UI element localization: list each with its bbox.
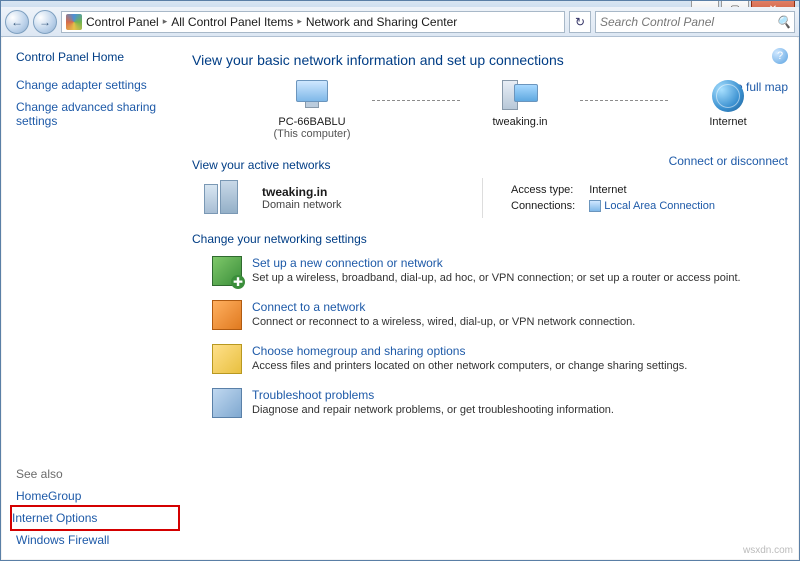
connections-key: Connections: (505, 199, 581, 213)
node-this-pc[interactable]: PC-66BABLU (This computer) (252, 80, 372, 140)
task-desc: Set up a wireless, broadband, dial-up, a… (252, 272, 741, 284)
globe-icon (712, 80, 744, 112)
change-adapter-link[interactable]: Change adapter settings (16, 74, 174, 96)
node-label: tweaking.in (460, 116, 580, 128)
back-button[interactable]: ← (5, 10, 29, 34)
task-setup-connection: Set up a new connection or network Set u… (212, 256, 788, 286)
network-details: Access type: Internet Connections: Local… (503, 181, 723, 215)
task-homegroup: Choose homegroup and sharing options Acc… (212, 344, 788, 374)
setup-connection-icon (212, 256, 242, 286)
connection-line (580, 100, 668, 101)
server-icon (500, 80, 540, 112)
lan-icon (589, 200, 601, 212)
troubleshoot-icon (212, 388, 242, 418)
troubleshoot-link[interactable]: Troubleshoot problems (252, 388, 374, 402)
change-advanced-sharing-link[interactable]: Change advanced sharing settings (16, 96, 174, 132)
homegroup-sharing-link[interactable]: Choose homegroup and sharing options (252, 344, 465, 358)
nav-bar: ← → Control Panel ▸ All Control Panel Ite… (1, 7, 799, 37)
node-domain[interactable]: tweaking.in (460, 80, 580, 128)
access-type-key: Access type: (505, 183, 581, 197)
network-map: See full map PC-66BABLU (This computer) … (252, 80, 788, 140)
crumb-network-sharing[interactable]: Network and Sharing Center (306, 15, 457, 29)
network-type: Domain network (262, 199, 462, 211)
refresh-button[interactable]: ↻ (569, 11, 591, 33)
node-label: PC-66BABLU (252, 116, 372, 128)
domain-network-icon (202, 178, 242, 218)
homegroup-icon (212, 344, 242, 374)
network-info: tweaking.in Domain network (262, 185, 462, 211)
see-also-heading: See also (16, 467, 174, 481)
sidebar: Control Panel Home Change adapter settin… (2, 38, 182, 559)
chevron-right-icon[interactable]: ▸ (297, 16, 302, 27)
network-name: tweaking.in (262, 185, 462, 199)
window-frame: — ▢ ✕ ← → Control Panel▸ All Control Pan… (0, 0, 800, 561)
control-panel-icon (66, 14, 82, 30)
internet-options-link[interactable]: Internet Options (10, 505, 180, 531)
crumb-control-panel[interactable]: Control Panel (86, 15, 159, 29)
task-troubleshoot: Troubleshoot problems Diagnose and repai… (212, 388, 788, 418)
windows-firewall-link[interactable]: Windows Firewall (16, 529, 174, 551)
help-icon[interactable]: ? (772, 48, 788, 64)
node-label: Internet (668, 116, 788, 128)
task-desc: Connect or reconnect to a wireless, wire… (252, 316, 635, 328)
task-connect-network: Connect to a network Connect or reconnec… (212, 300, 788, 330)
local-area-connection-link[interactable]: Local Area Connection (604, 200, 715, 212)
node-sublabel: (This computer) (252, 128, 372, 140)
computer-icon (293, 80, 331, 112)
control-panel-home-link[interactable]: Control Panel Home (16, 50, 174, 64)
connect-network-link[interactable]: Connect to a network (252, 300, 365, 314)
task-desc: Diagnose and repair network problems, or… (252, 404, 614, 416)
connect-network-icon (212, 300, 242, 330)
task-desc: Access files and printers located on oth… (252, 360, 687, 372)
access-type-value: Internet (583, 183, 721, 197)
view-active-networks-heading: View your active networks (192, 158, 331, 172)
search-placeholder: Search Control Panel (600, 15, 714, 29)
connection-line (372, 100, 460, 101)
tasks-list: Set up a new connection or network Set u… (192, 256, 788, 418)
address-bar[interactable]: Control Panel▸ All Control Panel Items▸ … (61, 11, 565, 33)
connect-disconnect-link[interactable]: Connect or disconnect (669, 154, 788, 168)
homegroup-link[interactable]: HomeGroup (16, 485, 174, 507)
page-title: View your basic network information and … (192, 52, 788, 68)
active-network: Connect or disconnect tweaking.in Domain… (202, 178, 788, 218)
forward-button[interactable]: → (33, 10, 57, 34)
divider (482, 178, 483, 218)
chevron-right-icon[interactable]: ▸ (163, 16, 168, 27)
watermark: wsxdn.com (743, 545, 793, 556)
main-panel: ? View your basic network information an… (182, 38, 798, 559)
setup-connection-link[interactable]: Set up a new connection or network (252, 256, 443, 270)
search-box[interactable]: Search Control Panel 🔍 (595, 11, 795, 33)
search-icon: 🔍 (776, 15, 790, 29)
crumb-all-items[interactable]: All Control Panel Items (171, 15, 293, 29)
content-body: Control Panel Home Change adapter settin… (2, 38, 798, 559)
change-settings-heading: Change your networking settings (192, 232, 788, 246)
